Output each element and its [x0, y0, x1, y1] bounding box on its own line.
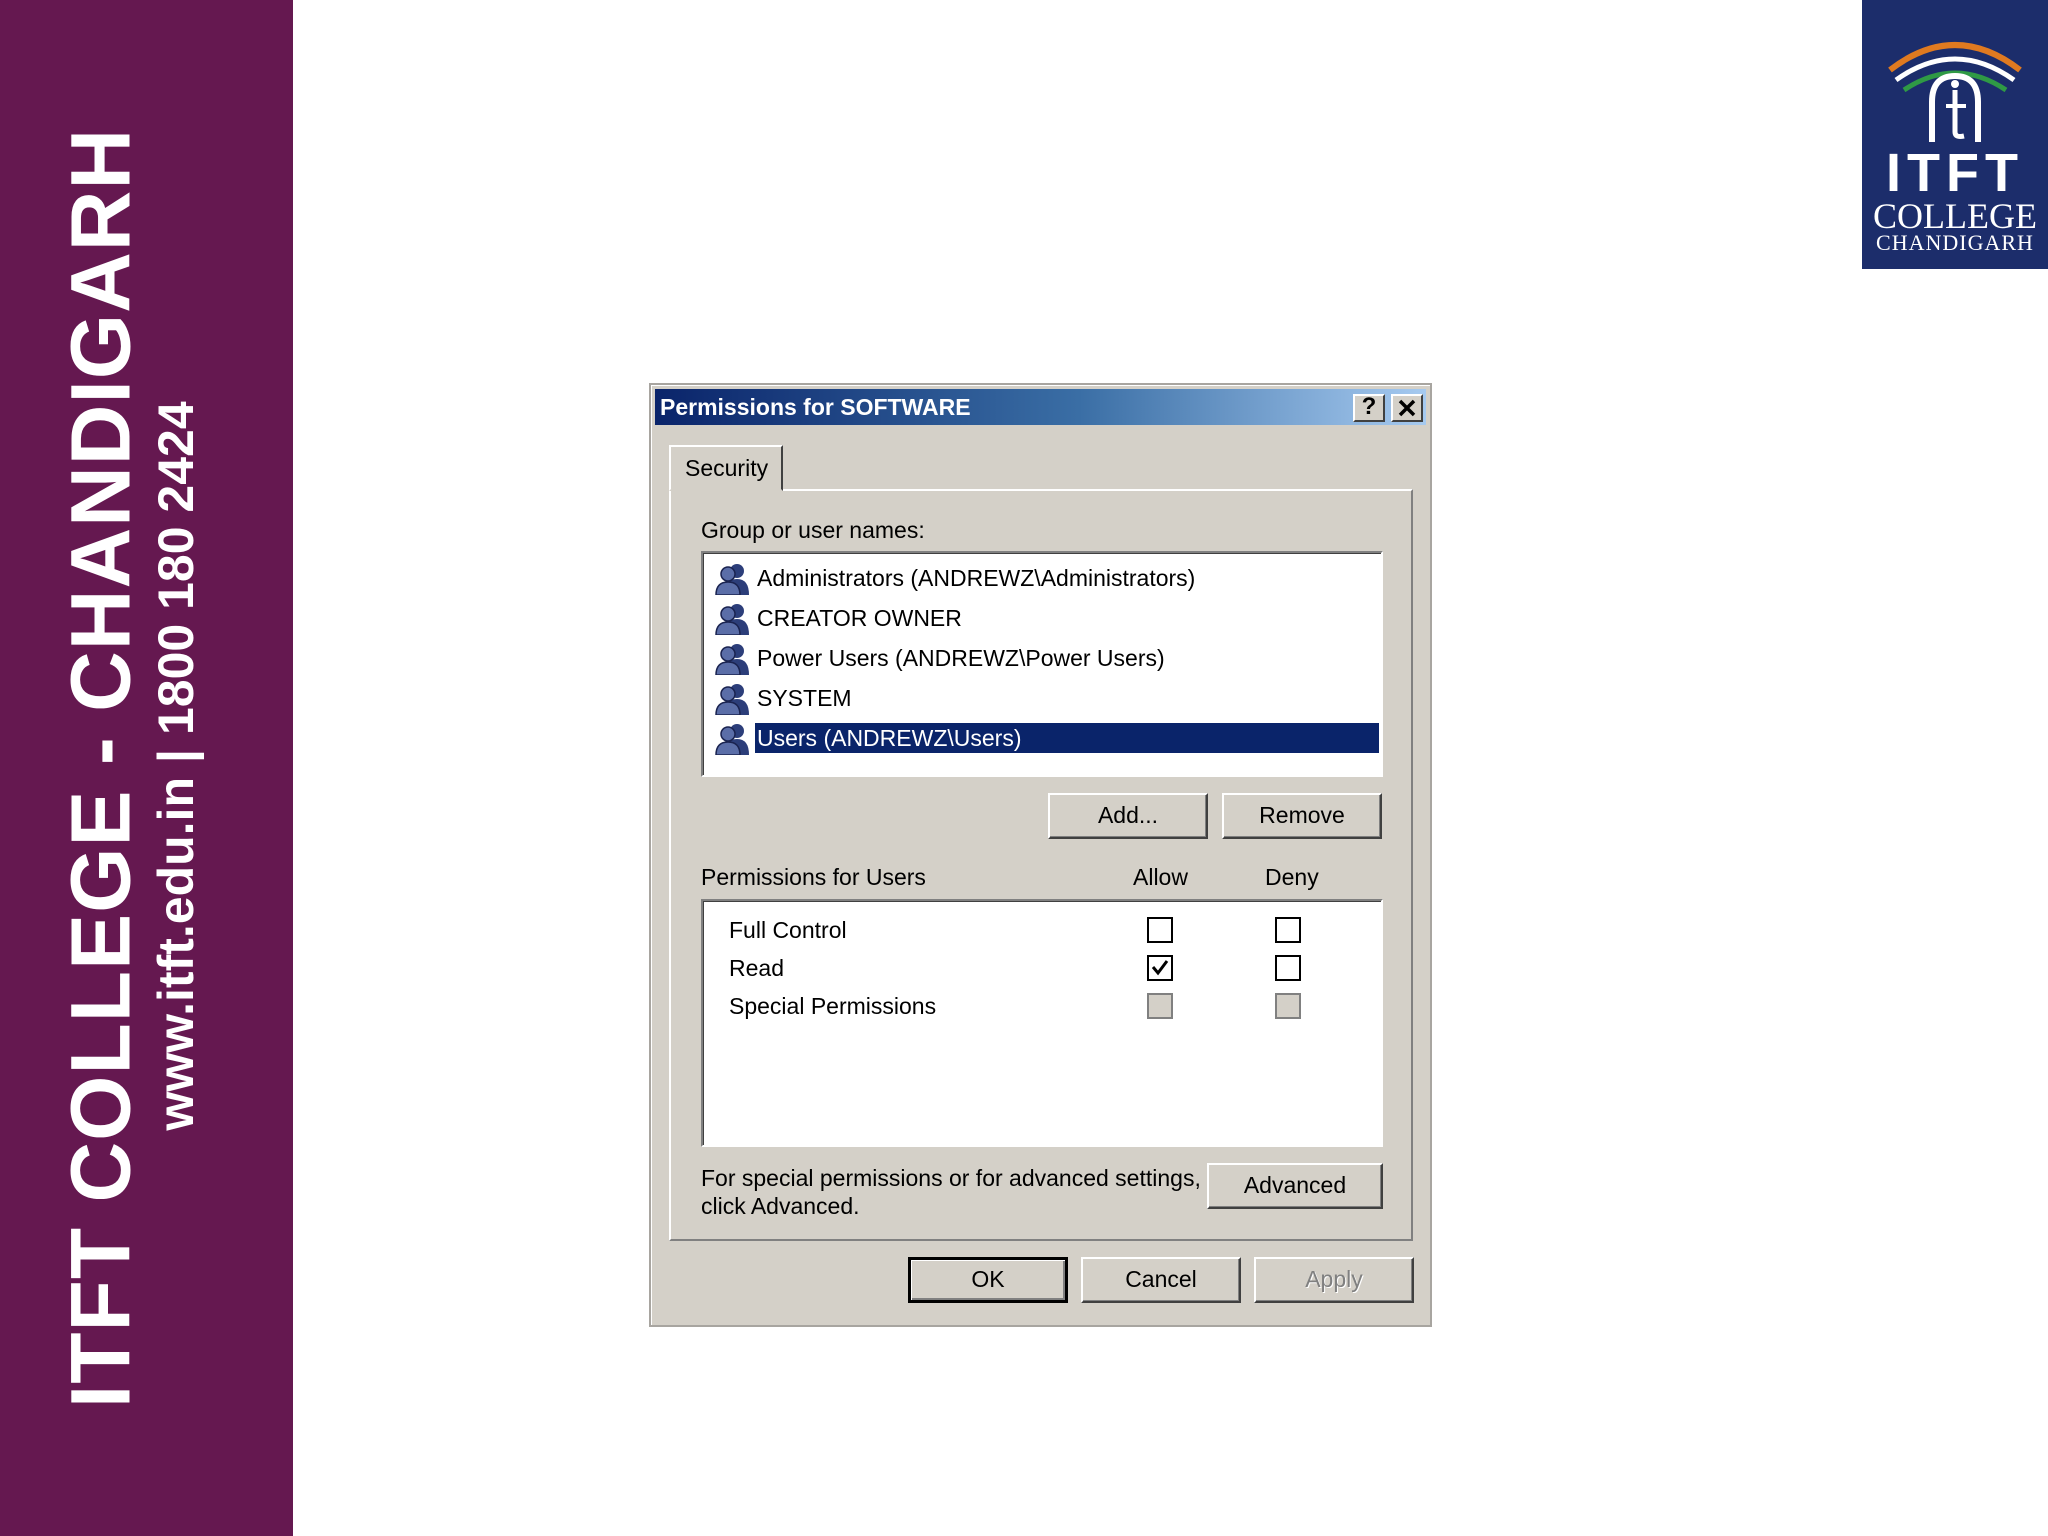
side-banner: ITFT COLLEGE - CHANDIGARH www.itft.edu.i…	[0, 0, 293, 1536]
full-control-allow-checkbox[interactable]	[1147, 917, 1173, 943]
banner-contact: www.itft.edu.in | 1800 180 2424	[147, 401, 205, 1130]
user-name: Administrators (ANDREWZ\Administrators)	[757, 565, 1196, 591]
advanced-button-label: Advanced	[1243, 1172, 1347, 1198]
list-item-power-users[interactable]: Power Users (ANDREWZ\Power Users)	[715, 639, 1379, 677]
close-button[interactable]	[1391, 394, 1423, 422]
cancel-button-label: Cancel	[1125, 1266, 1197, 1292]
logo-brand: ITFT	[1886, 143, 2024, 203]
users-group-icon	[715, 604, 749, 635]
apply-button: Apply	[1254, 1257, 1414, 1303]
banner-separator: |	[148, 749, 204, 763]
checkmark-icon	[1151, 960, 1169, 976]
user-name: CREATOR OWNER	[757, 605, 962, 631]
apply-button-label: Apply	[1305, 1266, 1363, 1292]
banner-college-name: ITFT COLLEGE - CHANDIGARH	[53, 127, 148, 1409]
permission-row-special: Special Permissions	[703, 989, 1381, 1025]
read-allow-checkbox[interactable]	[1147, 955, 1173, 981]
logo-emblem-icon	[1888, 42, 2022, 142]
remove-button-label: Remove	[1259, 802, 1345, 828]
dialog-title: Permissions for SOFTWARE	[660, 394, 971, 420]
users-group-icon	[715, 684, 749, 715]
advanced-button[interactable]: Advanced	[1207, 1163, 1383, 1209]
ok-button[interactable]: OK	[908, 1257, 1068, 1303]
remove-button[interactable]: Remove	[1222, 793, 1382, 839]
list-item-users[interactable]: Users (ANDREWZ\Users)	[715, 719, 1379, 757]
college-logo: ITFT COLLEGE CHANDIGARH	[1862, 0, 2048, 269]
dialog-titlebar[interactable]: Permissions for SOFTWARE ?	[655, 389, 1426, 425]
logo-college: COLLEGE	[1873, 196, 2037, 236]
users-group-icon	[715, 564, 749, 595]
permission-name: Read	[729, 955, 784, 981]
permission-name: Full Control	[729, 917, 847, 943]
add-button-label: Add...	[1097, 802, 1159, 828]
user-name: SYSTEM	[757, 685, 852, 711]
group-names-label: Group or user names:	[701, 517, 925, 543]
list-item-creator-owner[interactable]: CREATOR OWNER	[715, 599, 1379, 637]
permissions-dialog: Permissions for SOFTWARE ? Security Grou…	[649, 383, 1432, 1327]
logo-city: CHANDIGARH	[1876, 230, 2034, 255]
full-control-deny-checkbox[interactable]	[1275, 917, 1301, 943]
close-icon	[1398, 399, 1416, 417]
permission-name: Special Permissions	[729, 993, 937, 1019]
permission-row-read: Read	[703, 951, 1381, 987]
user-list[interactable]: Administrators (ANDREWZ\Administrators) …	[701, 551, 1383, 777]
permission-row-full-control: Full Control	[703, 913, 1381, 949]
read-deny-checkbox[interactable]	[1275, 955, 1301, 981]
user-name: Power Users (ANDREWZ\Power Users)	[757, 645, 1165, 671]
special-allow-checkbox	[1147, 993, 1173, 1019]
cancel-button[interactable]: Cancel	[1081, 1257, 1241, 1303]
user-name: Users (ANDREWZ\Users)	[755, 723, 1379, 753]
allow-header: Allow	[1133, 864, 1188, 890]
advanced-note-line1: For special permissions or for advanced …	[701, 1165, 1201, 1191]
list-item-administrators[interactable]: Administrators (ANDREWZ\Administrators)	[715, 559, 1379, 597]
tab-security-label: Security	[685, 455, 769, 481]
add-button[interactable]: Add...	[1048, 793, 1208, 839]
advanced-note-line2: click Advanced.	[701, 1193, 860, 1219]
users-group-icon	[715, 644, 749, 675]
help-button[interactable]: ?	[1353, 394, 1385, 422]
users-group-icon	[715, 724, 749, 755]
ok-button-label: OK	[971, 1266, 1005, 1292]
banner-website: www.itft.edu.in	[148, 777, 204, 1131]
tab-security[interactable]: Security	[669, 445, 783, 491]
special-deny-checkbox	[1275, 993, 1301, 1019]
list-item-system[interactable]: SYSTEM	[715, 679, 1379, 717]
banner-phone: 1800 180 2424	[148, 401, 204, 735]
permissions-for-label: Permissions for Users	[701, 864, 926, 890]
permissions-list: Full Control Read Special Permissions	[701, 899, 1383, 1147]
deny-header: Deny	[1265, 864, 1319, 890]
